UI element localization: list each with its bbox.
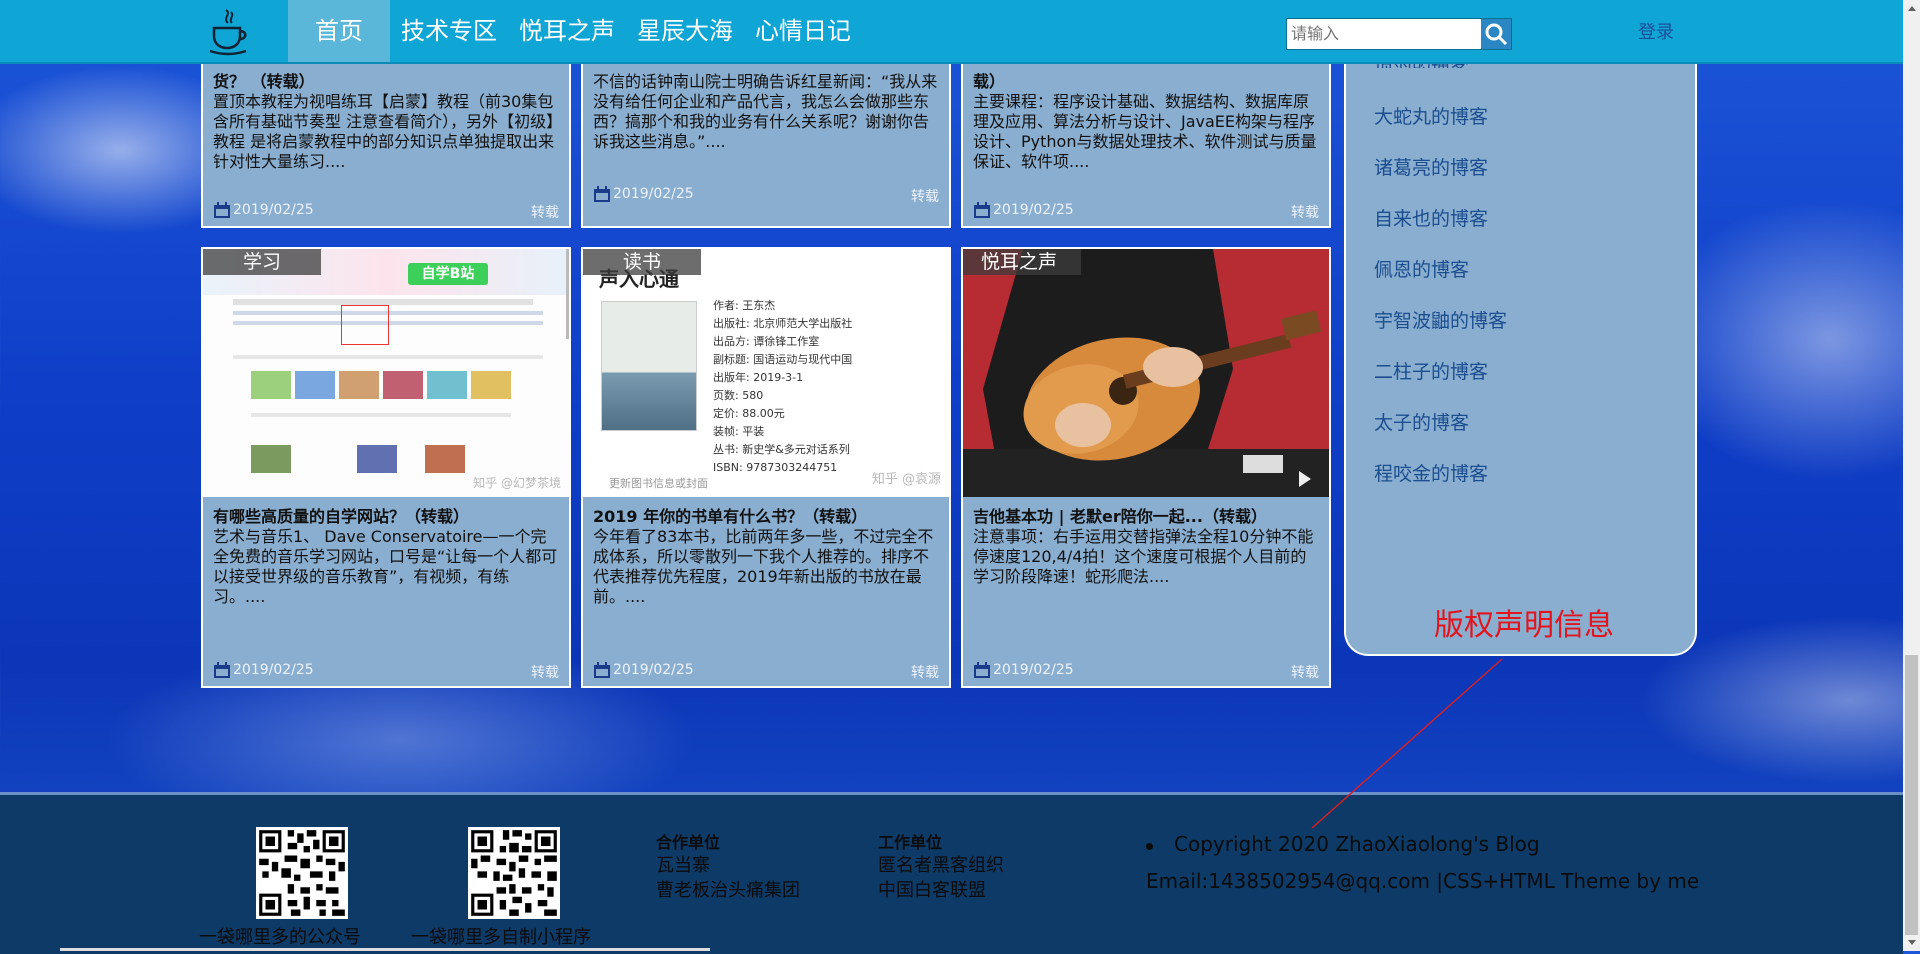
book-details: 作者: 王东杰 出版社: 北京师范大学出版社 出品方: 谭徐锋工作室 副标题: … [713, 299, 853, 474]
site-footer: 一袋哪里多的公众号 一袋哪里多自制小程序 合作单位 瓦当寨 曹老板治头痛集团 工… [0, 792, 1903, 954]
login-link[interactable]: 登录 [1638, 18, 1674, 44]
post-title[interactable]: 载） [963, 72, 1329, 92]
post-excerpt: 不信的话钟南山院士明确告诉红星新闻：“我从来没有给任何企业和产品代言，我怎么会做… [593, 72, 938, 151]
post-title[interactable]: 吉他基本功 | 老默er陪你一起...（转载） [963, 507, 1329, 527]
post-card[interactable]: 载） 主要课程：程序设计基础、数据结构、数据库原理及应用、算法分析与设计、Jav… [961, 40, 1331, 228]
scrollbar-thumb[interactable] [1905, 655, 1918, 935]
post-title[interactable]: 有哪些高质量的自学网站？（转载） [203, 507, 569, 527]
post-card[interactable]: 不信的话钟南山院士明确告诉红星新闻：“我从来没有给任何企业和产品代言，我怎么会做… [581, 40, 951, 228]
post-title[interactable]: 货？ （转载） [203, 72, 569, 92]
qr-label-miniprogram: 一袋哪里多自制小程序 [411, 927, 591, 948]
post-tag: 转载 [911, 665, 939, 681]
sidebar-blog-link[interactable]: 大蛇丸的博客 [1374, 102, 1507, 153]
post-card[interactable]: 自学B站 知乎 @幻梦茶境 学习 有哪些高质量的自学网站？（转载） 艺术与音乐1… [201, 247, 571, 688]
category-label: 悦耳之声 [963, 249, 1081, 275]
post-tag: 转载 [1291, 665, 1319, 681]
blog-link-list: 大蛇丸的博客 诸葛亮的博客 自来也的博客 佩恩的博客 宇智波鼬的博客 二柱子的博… [1374, 102, 1507, 510]
blog-links-sidebar: 项羽的博客 大蛇丸的博客 诸葛亮的博客 自来也的博客 佩恩的博客 宇智波鼬的博客… [1344, 40, 1697, 656]
nav-tech[interactable]: 技术专区 [390, 0, 508, 62]
post-excerpt: 艺术与音乐1、 Dave Conservatoire—一个完全免费的音乐学习网站… [213, 527, 558, 606]
category-label: 学习 [203, 249, 321, 275]
search-box [1286, 18, 1512, 50]
sidebar-blog-link[interactable]: 程咬金的博客 [1374, 459, 1507, 510]
post-meta: 2019/02/25 转载 [973, 660, 1319, 681]
post-title[interactable]: 2019 年你的书单有什么书？（转载） [583, 507, 949, 527]
main-nav: 首页 技术专区 悦耳之声 星辰大海 心情日记 [288, 0, 862, 62]
post-card[interactable]: 悦耳之声 吉他基本功 | 老默er陪你一起...（转载） 注意事项：右手运用交替… [961, 247, 1331, 688]
post-meta: 2019/02/25 转载 [213, 660, 559, 681]
post-date: 2019/02/25 [233, 202, 314, 218]
post-card[interactable]: 货？ （转载） 置顶本教程为视唱练耳【启蒙】教程（前30集包含所有基础节奏型 注… [201, 40, 571, 228]
post-date: 2019/02/25 [613, 662, 694, 678]
calendar-icon [214, 202, 230, 218]
work-units-title: 工作单位 [878, 833, 943, 852]
copyright-notice-label: 版权声明信息 [1434, 608, 1614, 643]
sidebar-blog-link[interactable]: 诸葛亮的博客 [1374, 153, 1507, 204]
post-meta: 2019/02/25 转载 [973, 200, 1319, 221]
post-thumbnail[interactable]: 悦耳之声 [963, 249, 1329, 497]
sidebar-blog-link[interactable]: 自来也的博客 [1374, 204, 1507, 255]
coop-units-title: 合作单位 [656, 833, 721, 852]
top-navigation-bar: 首页 技术专区 悦耳之声 星辰大海 心情日记 登录 [0, 0, 1903, 64]
guitar-photo [963, 249, 1329, 497]
sidebar-blog-link[interactable]: 二柱子的博客 [1374, 357, 1507, 408]
post-meta: 2019/02/25 转载 [593, 660, 939, 681]
scroll-down-arrow-icon[interactable] [1903, 934, 1920, 951]
scroll-up-arrow-icon[interactable] [1903, 0, 1920, 17]
vertical-scrollbar[interactable] [1903, 0, 1920, 951]
coop-unit-link[interactable]: 瓦当寨 [656, 851, 710, 877]
sidebar-blog-link[interactable]: 太子的博客 [1374, 408, 1507, 459]
calendar-icon [214, 662, 230, 678]
search-icon [1485, 23, 1508, 46]
calendar-icon [594, 186, 610, 202]
calendar-icon [974, 202, 990, 218]
qr-code-miniprogram-icon [468, 827, 560, 919]
post-date: 2019/02/25 [993, 662, 1074, 678]
post-excerpt: 注意事项：右手运用交替指弹法全程10分钟不能停速度120,4/4拍！这个速度可根… [973, 527, 1314, 586]
copyright-text: Copyright 2020 ZhaoXiaolong's Blog [1174, 832, 1540, 856]
post-date: 2019/02/25 [993, 202, 1074, 218]
post-excerpt: 主要课程：程序设计基础、数据结构、数据库原理及应用、算法分析与设计、JavaEE… [973, 92, 1317, 171]
post-thumbnail[interactable]: 自学B站 知乎 @幻梦茶境 学习 [203, 249, 569, 497]
calendar-icon [974, 662, 990, 678]
search-input[interactable] [1287, 19, 1485, 47]
post-tag: 转载 [531, 665, 559, 681]
post-meta: 2019/02/25 转载 [593, 184, 939, 205]
post-tag: 转载 [911, 189, 939, 205]
image-watermark: 知乎 @幻梦茶境 [473, 476, 561, 490]
book-info-screenshot: 声入心通 更新图书信息或封面 作者: 王东杰 出版社: 北京师范大学出版社 出品… [583, 249, 949, 497]
book-cover [601, 301, 697, 431]
nav-home[interactable]: 首页 [288, 0, 390, 62]
image-watermark: 知乎 @袁源 [871, 472, 941, 487]
cover-caption: 更新图书信息或封面 [609, 477, 708, 490]
sidebar-blog-link[interactable]: 宇智波鼬的博客 [1374, 306, 1507, 357]
nav-music[interactable]: 悦耳之声 [508, 0, 626, 62]
post-card[interactable]: 声入心通 更新图书信息或封面 作者: 王东杰 出版社: 北京师范大学出版社 出品… [581, 247, 951, 688]
search-button[interactable] [1481, 19, 1511, 49]
post-tag: 转载 [1291, 205, 1319, 221]
post-thumbnail[interactable]: 声入心通 更新图书信息或封面 作者: 王东杰 出版社: 北京师范大学出版社 出品… [583, 249, 949, 497]
bullet-icon [1146, 843, 1153, 850]
post-excerpt: 今年看了83本书，比前两年多一些，不过完全不成体系，所以零散列一下我个人推荐的。… [593, 527, 934, 606]
website-screenshot: 自学B站 知乎 @幻梦茶境 [203, 249, 569, 497]
post-meta: 2019/02/25 转载 [213, 200, 559, 221]
post-excerpt: 置顶本教程为视唱练耳【启蒙】教程（前30集包含所有基础节奏型 注意查看简介），另… [213, 92, 555, 171]
work-unit-link[interactable]: 匿名者黑客组织 [878, 851, 1004, 877]
post-tag: 转载 [531, 205, 559, 221]
coffee-cup-logo-icon[interactable] [204, 6, 254, 56]
post-date: 2019/02/25 [613, 186, 694, 202]
work-unit-link[interactable]: 中国白客联盟 [878, 876, 986, 902]
qr-code-wechat-icon [256, 827, 348, 919]
nav-diary[interactable]: 心情日记 [744, 0, 862, 62]
calendar-icon [594, 662, 610, 678]
banner-text: 自学B站 [408, 263, 488, 285]
post-date: 2019/02/25 [233, 662, 314, 678]
nav-stars[interactable]: 星辰大海 [626, 0, 744, 62]
category-label: 读书 [583, 249, 701, 275]
sidebar-blog-link[interactable]: 佩恩的博客 [1374, 255, 1507, 306]
qr-label-wechat: 一袋哪里多的公众号 [199, 927, 361, 948]
coop-unit-link[interactable]: 曹老板治头痛集团 [656, 876, 800, 902]
contact-email-text: Email:1438502954@qq.com |CSS+HTML Theme … [1146, 869, 1700, 893]
